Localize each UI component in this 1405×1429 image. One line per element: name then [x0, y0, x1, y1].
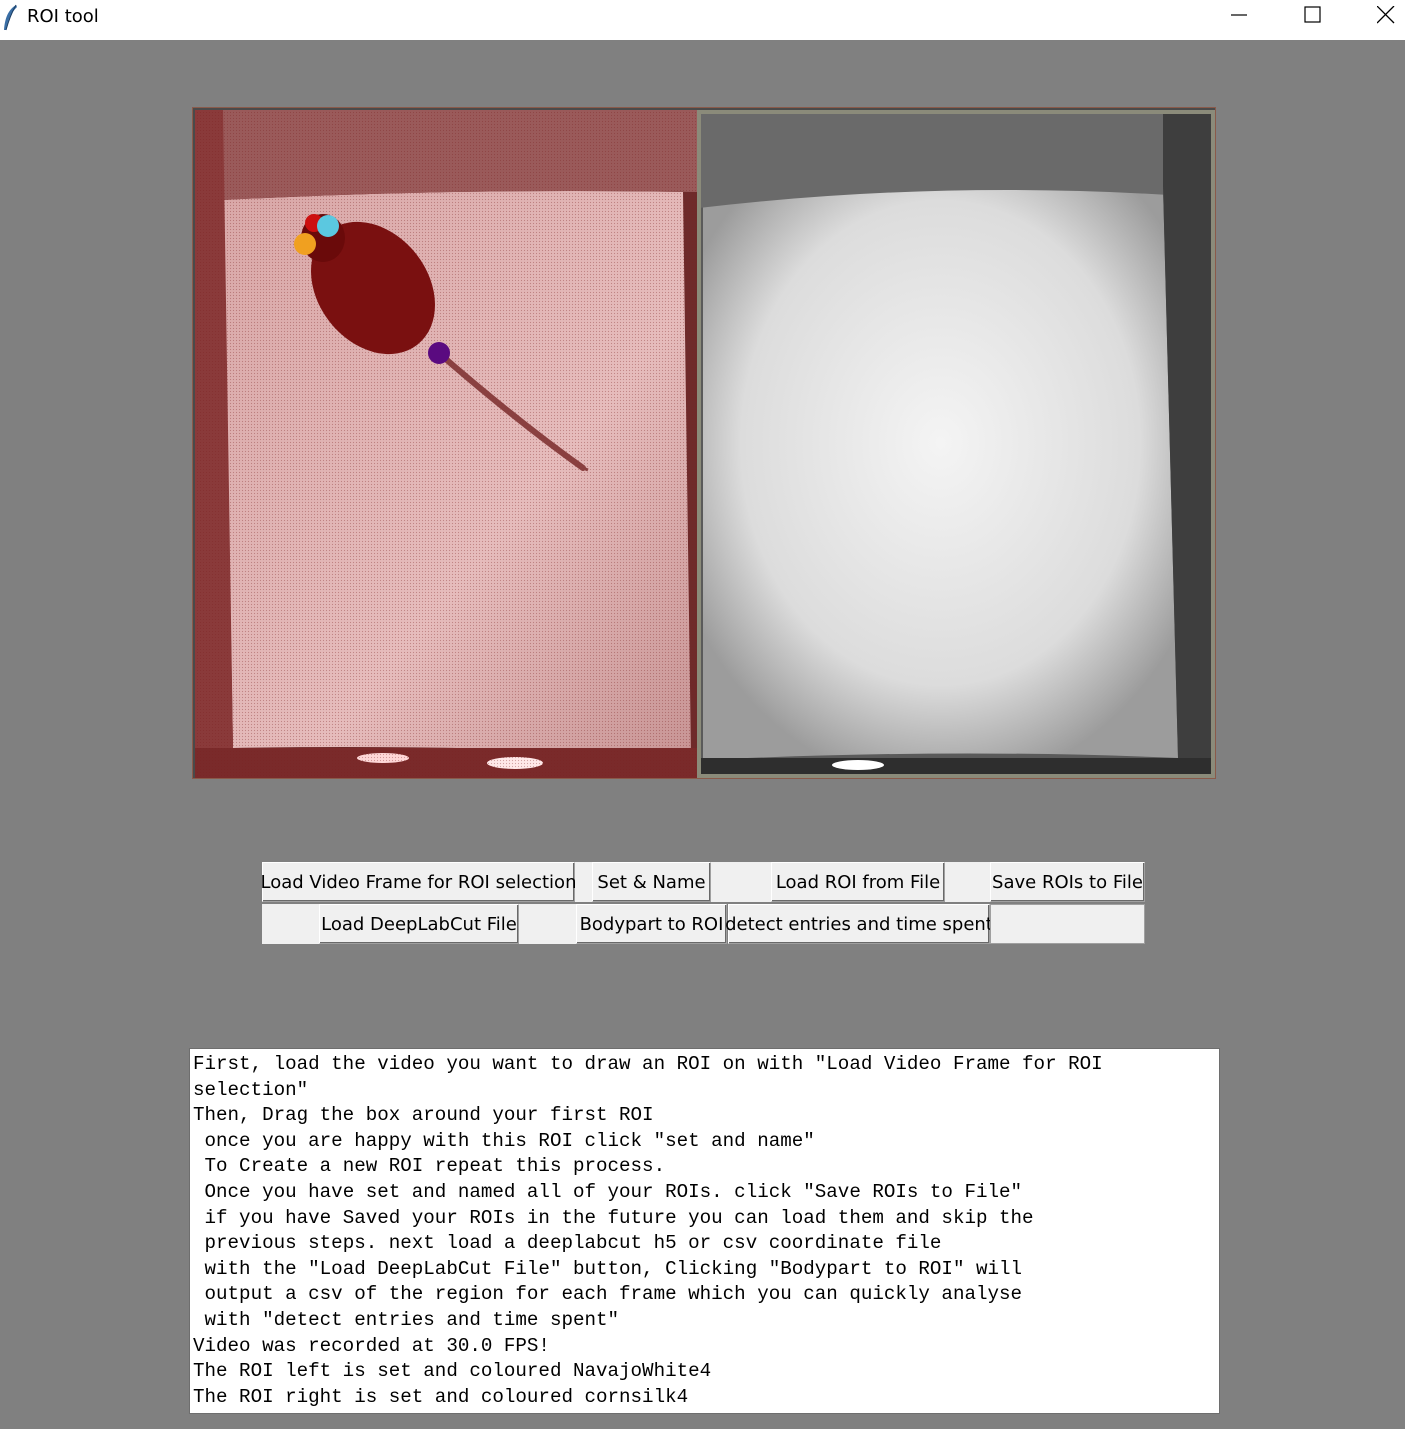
log-line: Then, Drag the box around your first ROI — [193, 1104, 654, 1127]
title-bar: ROI tool — [0, 0, 1405, 40]
log-line: if you have Saved your ROIs in the futur… — [193, 1206, 1034, 1229]
log-line: with "detect entries and time spent" — [193, 1308, 620, 1331]
log-line: The ROI right is set and coloured cornsi… — [193, 1385, 689, 1408]
button-spacer — [262, 904, 319, 944]
detect-entries-button[interactable]: detect entries and time spent — [725, 904, 993, 944]
marker-ear-right — [317, 215, 339, 237]
button-spacer — [711, 862, 771, 902]
load-roi-from-file-button[interactable]: Load ROI from File — [771, 862, 945, 902]
button-spacer — [945, 862, 990, 902]
button-spacer — [990, 904, 1145, 944]
log-line: To Create a new ROI repeat this process. — [193, 1155, 666, 1178]
maximize-button[interactable] — [1278, 0, 1348, 34]
feather-icon — [2, 4, 20, 32]
close-icon — [1377, 6, 1395, 24]
roi-left — [195, 110, 697, 778]
log-line: with the "Load DeepLabCut File" button, … — [193, 1257, 1023, 1280]
log-line: output a csv of the region for each fram… — [193, 1283, 1023, 1306]
log-line: Once you have set and named all of your … — [193, 1180, 1023, 1203]
roi-right — [697, 110, 1215, 778]
window-title: ROI tool — [27, 6, 99, 27]
log-line: once you are happy with this ROI click "… — [193, 1129, 815, 1152]
log-line: previous steps. next load a deeplabcut h… — [193, 1232, 942, 1255]
close-button[interactable] — [1351, 0, 1405, 34]
save-rois-to-file-button[interactable]: Save ROIs to File — [990, 862, 1145, 902]
bodypart-to-roi-button[interactable]: Bodypart to ROI — [576, 904, 727, 944]
log-line: The ROI left is set and coloured NavajoW… — [193, 1360, 712, 1383]
instructions-log-textbox[interactable]: First, load the video you want to draw a… — [189, 1048, 1220, 1414]
marker-ear-left — [294, 233, 316, 255]
minimize-icon — [1231, 14, 1247, 16]
button-spacer — [575, 862, 592, 902]
log-line: First, load the video you want to draw a… — [193, 1053, 1115, 1101]
set-and-name-button[interactable]: Set & Name — [592, 862, 711, 902]
load-deeplabcut-file-button[interactable]: Load DeepLabCut File — [319, 904, 519, 944]
load-video-frame-button[interactable]: Load Video Frame for ROI selection — [261, 862, 576, 902]
maximize-icon — [1304, 6, 1321, 23]
marker-tail-base — [428, 342, 450, 364]
video-frame-canvas[interactable] — [192, 107, 1216, 779]
minimize-button[interactable] — [1205, 0, 1275, 34]
log-line: Video was recorded at 30.0 FPS! — [193, 1334, 550, 1357]
button-spacer — [519, 904, 576, 944]
